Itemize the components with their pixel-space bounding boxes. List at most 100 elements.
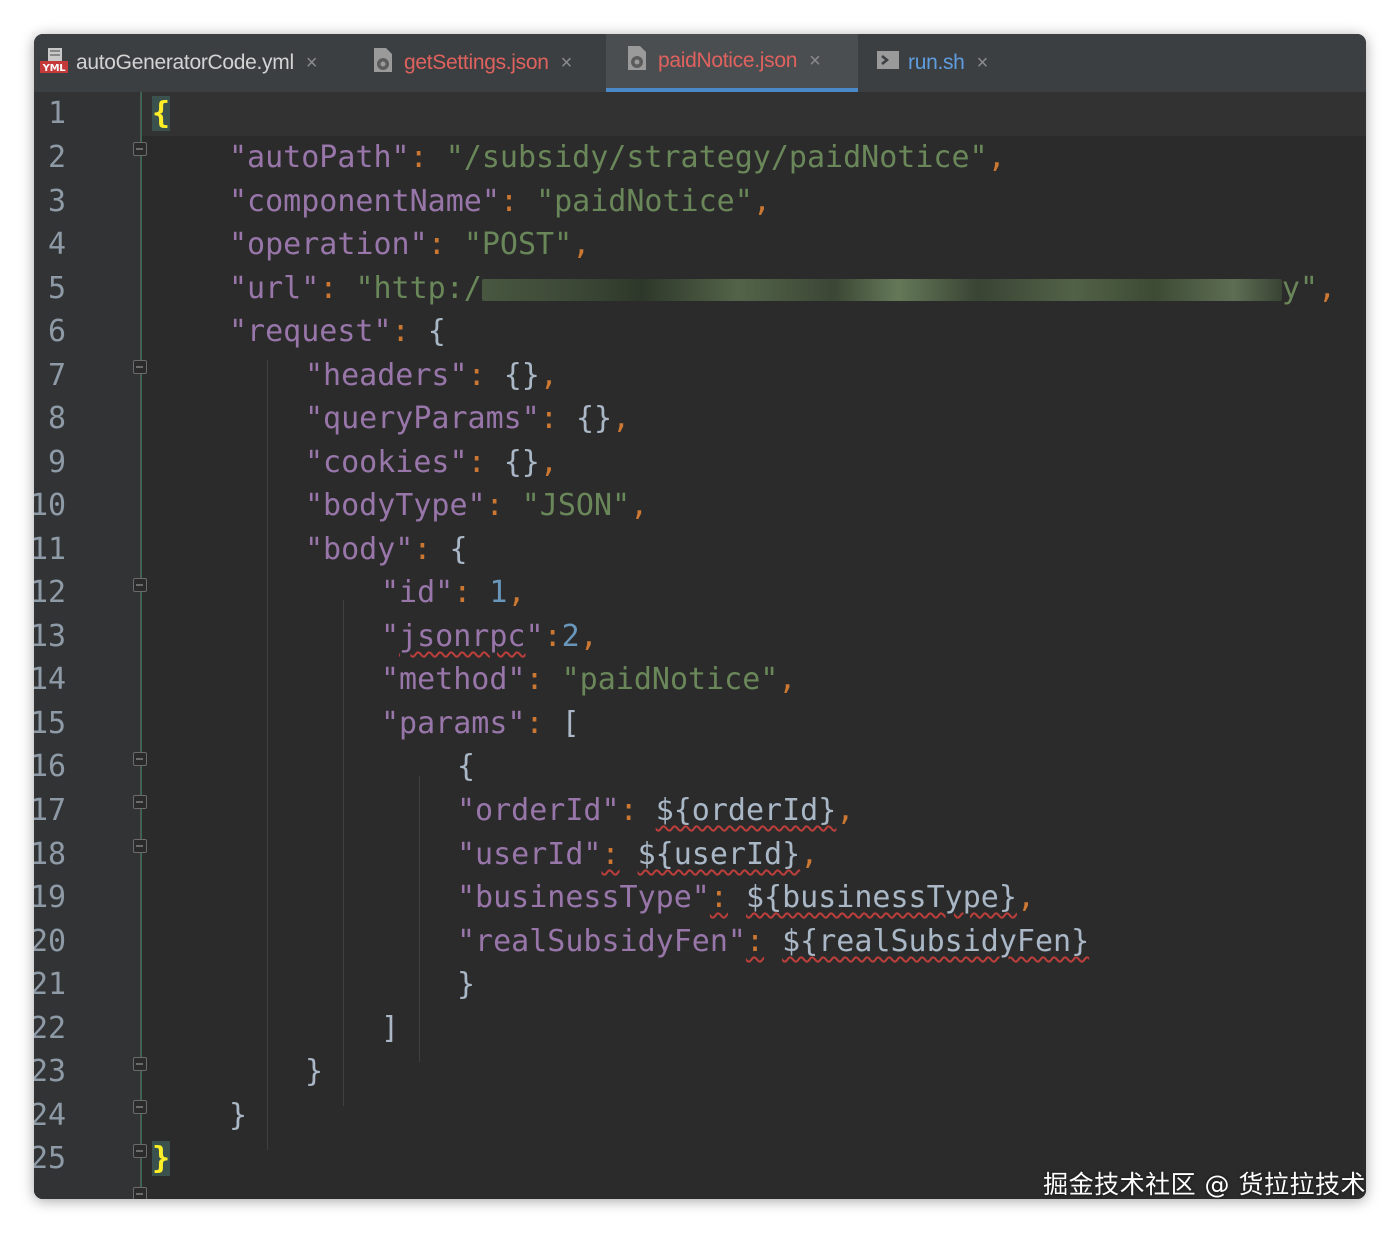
code-line-16: {	[457, 749, 476, 784]
fold-toggle-icon[interactable]	[133, 1100, 147, 1114]
fold-toggle-icon[interactable]	[133, 795, 147, 809]
line-number: 19	[34, 880, 67, 915]
current-line-highlight	[142, 92, 1366, 136]
close-icon[interactable]: ×	[809, 50, 821, 73]
fold-toggle-icon[interactable]	[133, 142, 147, 156]
json-number: 2	[561, 619, 580, 654]
code-line-21: }	[457, 967, 476, 1002]
json-key: "body"	[305, 532, 414, 567]
fold-toggle-icon[interactable]	[133, 578, 147, 592]
json-key: "method"	[381, 662, 526, 697]
json-key: "	[525, 619, 544, 654]
line-number: 21	[34, 967, 67, 1002]
code-line-7: "headers": {},	[305, 358, 558, 393]
json-key: "bodyType"	[305, 488, 486, 523]
close-icon[interactable]: ×	[306, 52, 318, 75]
line-number: 13	[34, 619, 67, 654]
brace-match: {	[152, 96, 171, 131]
code-line-23: }	[305, 1054, 324, 1089]
json-string: "POST"	[463, 227, 573, 262]
json-key: "queryParams"	[305, 401, 540, 436]
code-line-14: "method": "paidNotice",	[381, 662, 797, 697]
line-number: 11	[34, 532, 67, 567]
line-number: 1	[48, 96, 67, 131]
code-line-8: "queryParams": {},	[305, 401, 631, 436]
code-line-17: "orderId": ${orderId},	[457, 793, 855, 828]
line-number: 4	[48, 227, 67, 262]
fold-toggle-icon[interactable]	[133, 1057, 147, 1071]
json-number: 1	[489, 575, 508, 610]
code-line-4: "operation": "POST",	[229, 227, 591, 262]
code-line-11: "body": {	[305, 532, 468, 567]
code-line-24: }	[229, 1098, 248, 1133]
code-line-10: "bodyType": "JSON",	[305, 488, 649, 523]
code-line-1: {	[152, 92, 171, 136]
tab-run-sh[interactable]: run.sh ×	[872, 34, 1022, 92]
json-file-icon	[370, 46, 396, 80]
redacted-url-blur	[481, 278, 1282, 301]
code-line-5: "url": "http:/y",	[229, 271, 1337, 306]
tab-label: autoGeneratorCode.yml	[76, 51, 294, 74]
change-marker	[141, 92, 142, 1199]
code-line-15: "params": [	[381, 706, 580, 741]
json-key: "	[381, 619, 400, 654]
line-number: 18	[34, 837, 67, 872]
code-line-18: "userId": ${userId},	[457, 837, 819, 872]
json-key: "id"	[381, 575, 454, 610]
code-line-25: }	[152, 1137, 171, 1181]
line-number: 23	[34, 1054, 67, 1089]
json-key: "autoPath"	[229, 140, 410, 175]
fold-toggle-icon[interactable]	[133, 1187, 147, 1199]
line-number: 24	[34, 1098, 67, 1133]
close-icon[interactable]: ×	[977, 52, 989, 75]
fold-toggle-icon[interactable]	[133, 1144, 147, 1158]
template-variable: ${userId}	[637, 837, 801, 872]
tab-label: run.sh	[908, 51, 965, 74]
code-line-3: "componentName": "paidNotice",	[229, 184, 771, 219]
line-number: 6	[48, 314, 67, 349]
code-line-12: "id": 1,	[381, 575, 526, 610]
line-number: 3	[48, 184, 67, 219]
line-number: 16	[34, 749, 67, 784]
line-number: 2	[48, 140, 67, 175]
typo-warning: jsonrpc	[399, 619, 526, 654]
code-line-6: "request": {	[229, 314, 446, 349]
json-key: "orderId"	[457, 793, 620, 828]
line-number: 17	[34, 793, 67, 828]
code-line-20: "realSubsidyFen": ${realSubsidyFen}	[457, 924, 1090, 959]
tab-getsettings-json[interactable]: getSettings.json ×	[368, 34, 606, 92]
watermark: 掘金技术社区 @ 货拉拉技术	[1043, 1170, 1366, 1199]
fold-gutter	[142, 92, 178, 1199]
fold-toggle-icon[interactable]	[133, 360, 147, 374]
tab-paidnotice-json[interactable]: paidNotice.json ×	[606, 34, 858, 92]
json-string: "http:/	[355, 271, 482, 306]
line-number: 20	[34, 924, 67, 959]
code-line-13: "jsonrpc":2,	[381, 619, 598, 654]
json-key: "operation"	[229, 227, 428, 262]
line-number: 10	[34, 488, 67, 523]
ide-window: YML autoGeneratorCode.yml × getSettings.…	[34, 34, 1366, 1199]
code-line-2: "autoPath": "/subsidy/strategy/paidNotic…	[229, 140, 1006, 175]
yml-file-icon: YML	[40, 47, 68, 79]
yml-badge: YML	[42, 63, 67, 73]
json-key: "params"	[381, 706, 526, 741]
json-string: y"	[1281, 271, 1318, 306]
line-number: 12	[34, 575, 67, 610]
line-number: 5	[48, 271, 67, 306]
fold-toggle-icon[interactable]	[133, 752, 147, 766]
tab-label: getSettings.json	[404, 51, 549, 74]
code-editor[interactable]: 1 2 3 4 5 6 7 8 9 10 11 12 13 14 15 16 1…	[34, 92, 1366, 1199]
shell-file-icon	[876, 49, 900, 77]
template-variable: ${orderId}	[655, 793, 837, 828]
line-number: 25	[34, 1141, 67, 1176]
close-icon[interactable]: ×	[561, 52, 573, 75]
json-key: "request"	[229, 314, 392, 349]
tab-label: paidNotice.json	[658, 49, 798, 72]
fold-toggle-icon[interactable]	[133, 839, 147, 853]
line-number: 7	[48, 358, 67, 393]
template-variable: ${realSubsidyFen}	[782, 924, 1090, 959]
code-line-19: "businessType": ${businessType},	[457, 880, 1035, 915]
json-key: "realSubsidyFen"	[457, 924, 746, 959]
tab-autogeneratorcode-yml[interactable]: YML autoGeneratorCode.yml ×	[34, 34, 374, 92]
line-number: 15	[34, 706, 67, 741]
